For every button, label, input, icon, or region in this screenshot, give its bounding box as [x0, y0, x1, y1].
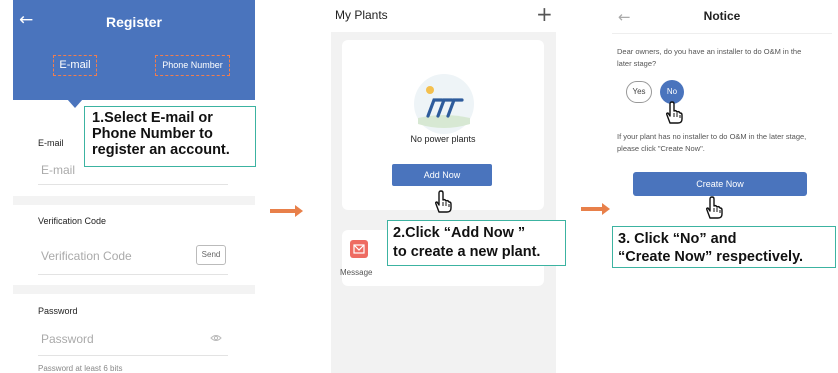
notice-question: Dear owners, do you have an installer to… [617, 47, 802, 68]
password-field[interactable]: Password [41, 332, 94, 346]
plants-card: No power plants Add Now [342, 40, 544, 210]
add-now-button[interactable]: Add Now [392, 164, 492, 186]
yes-button[interactable]: Yes [626, 81, 652, 103]
divider [612, 33, 832, 34]
divider [38, 274, 228, 275]
tab-indicator [67, 99, 83, 108]
tab-email[interactable]: E-mail [53, 55, 97, 76]
page-title: My Plants [335, 8, 388, 22]
page-title: Register [105, 14, 163, 30]
step2-callout: 2.Click “Add Now ” to create a new plant… [387, 220, 566, 266]
tap-hand-icon [665, 101, 683, 124]
divider [38, 355, 228, 356]
arrow-right-icon [270, 205, 303, 217]
message-icon[interactable] [350, 240, 368, 258]
step1-callout: 1.Select E-mail or Phone Number to regis… [84, 106, 256, 167]
email-field[interactable]: E-mail [41, 163, 75, 177]
solar-panel-illustration-icon [414, 74, 474, 134]
notice-info: If your plant has no installer to do O&M… [617, 132, 807, 153]
tap-hand-icon [434, 190, 452, 213]
email-label: E-mail [38, 138, 64, 148]
password-label: Password [38, 306, 78, 316]
section-separator [13, 285, 255, 294]
message-label: Message [340, 268, 373, 277]
arrow-right-icon [581, 203, 610, 215]
plus-icon[interactable]: + [536, 2, 553, 26]
tab-phone-number[interactable]: Phone Number [155, 55, 230, 76]
page-title: Notice [703, 9, 741, 23]
eye-icon[interactable] [210, 334, 222, 342]
send-code-button[interactable]: Send [196, 245, 226, 265]
divider [38, 184, 228, 185]
create-now-button[interactable]: Create Now [633, 172, 807, 196]
tap-hand-icon [705, 196, 723, 219]
verification-code-field[interactable]: Verification Code [41, 249, 132, 263]
password-hint: Password at least 6 bits [38, 364, 123, 373]
register-screen: ← Register E-mail Phone Number E-mail E-… [13, 0, 255, 373]
my-plants-screen: My Plants + No power plants Add Now Mess… [331, 0, 556, 373]
step3-callout: 3. Click “No” and “Create Now” respectiv… [612, 226, 836, 268]
section-separator [13, 196, 255, 205]
empty-state-text: No power plants [410, 134, 476, 144]
verification-code-label: Verification Code [38, 216, 107, 226]
